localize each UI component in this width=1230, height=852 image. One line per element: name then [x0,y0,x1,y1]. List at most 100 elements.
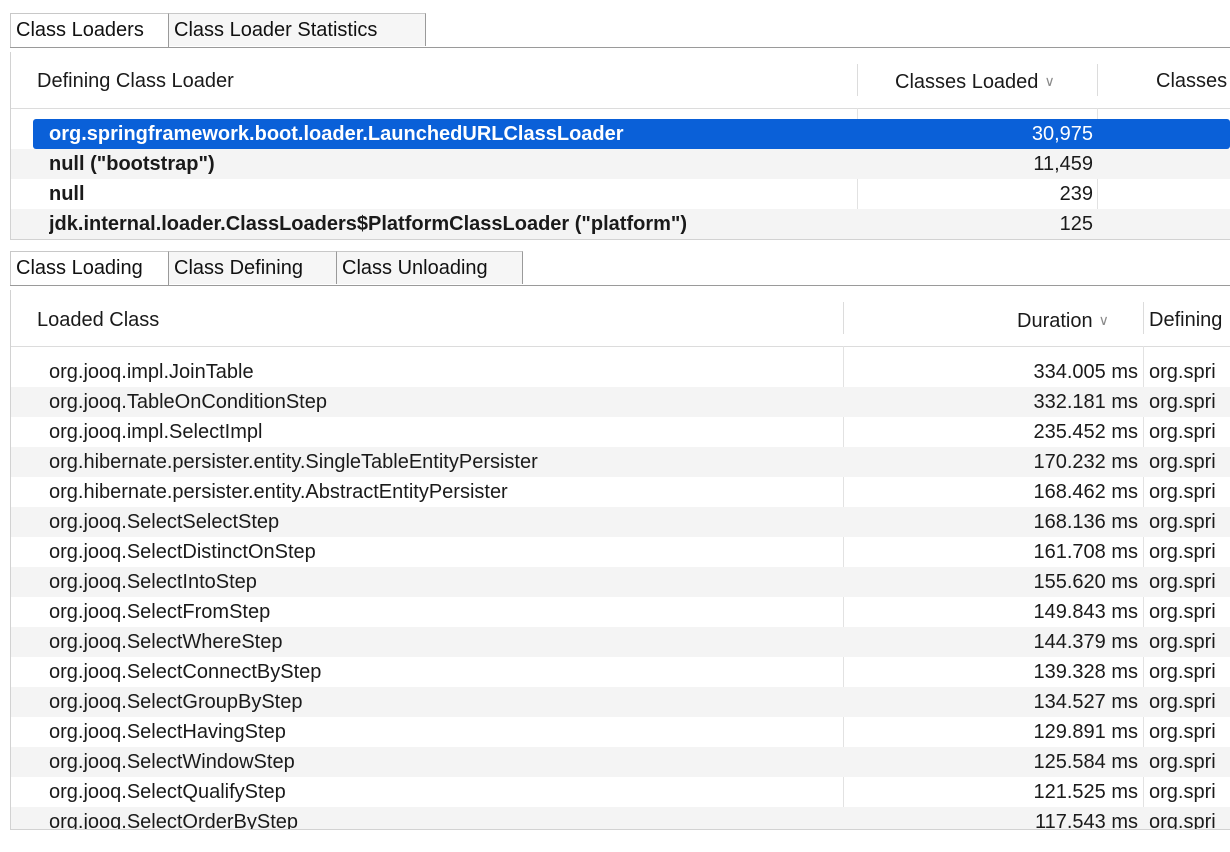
defining-loader-value: org.spri [1149,511,1216,533]
table-row[interactable]: org.jooq.impl.SelectImpl 235.452 ms org.sp… [11,417,1230,447]
loaded-class-name: org.hibernate.persister.entity.SingleTab… [49,451,538,473]
class-loader-name: jdk.internal.loader.ClassLoaders$Platfor… [49,213,688,235]
defining-loader-value: org.spri [1149,571,1216,593]
tab-class-defining[interactable]: Class Defining [169,251,337,284]
duration-value: 168.462 ms [1033,481,1138,503]
column-header-defining[interactable]: Defining [1149,290,1230,350]
table-row[interactable]: org.jooq.SelectGroupByStep 134.527 ms org.… [11,687,1230,717]
table-row[interactable]: org.jooq.SelectConnectByStep 139.328 ms or… [11,657,1230,687]
loaded-class-name: org.jooq.SelectOrderByStep [49,811,299,830]
column-divider[interactable] [857,64,858,96]
column-header-label: Classes Loaded [895,71,1039,93]
table-row[interactable]: org.jooq.SelectWindowStep 125.584 ms org.s… [11,747,1230,777]
column-header-loaded-class[interactable]: Loaded Class [37,290,159,350]
defining-loader-value: org.spri [1149,361,1216,383]
defining-loader-value: org.spri [1149,751,1216,773]
table-row[interactable]: org.jooq.SelectIntoStep 155.620 ms org.spr… [11,567,1230,597]
table-row[interactable]: null 239 [11,179,1230,209]
tab-class-loaders[interactable]: Class Loaders [10,13,169,47]
chevron-down-icon: ∨ [1098,312,1109,328]
table-row[interactable]: org.hibernate.persister.entity.AbstractE… [11,477,1230,507]
bottom-tab-bar: Class Loading Class Defining Class Unloa… [10,251,1230,286]
duration-value: 125.584 ms [1033,751,1138,773]
loaded-class-name: org.jooq.impl.JoinTable [49,361,254,383]
table-row[interactable]: org.jooq.impl.JoinTable 334.005 ms org.spr… [11,357,1230,387]
class-loader-name: null ("bootstrap") [49,153,215,175]
duration-value: 334.005 ms [1033,361,1138,383]
loaded-class-name: org.jooq.TableOnConditionStep [49,391,327,413]
tab-class-loader-statistics[interactable]: Class Loader Statistics [169,13,426,46]
class-loading-panel: Loaded Class Duration ∨ Defining org.jooq… [10,290,1230,830]
loaded-class-name: org.jooq.impl.SelectImpl [49,421,263,443]
column-header-label: Defining [1149,309,1223,331]
table-row[interactable]: org.jooq.SelectHavingStep 129.891 ms org.s… [11,717,1230,747]
column-header-classes-loaded[interactable]: Classes Loaded ∨ [895,52,1055,111]
table-row[interactable]: org.jooq.SelectSelectStep 168.136 ms org.s… [11,507,1230,537]
classes-loaded-count: 11,459 [1033,153,1093,175]
class-loading-header: Loaded Class Duration ∨ Defining [11,290,1230,347]
top-tab-bar: Class Loaders Class Loader Statistics [10,13,1230,48]
column-header-label: Loaded Class [37,309,160,331]
loaded-class-name: org.jooq.SelectHavingStep [49,721,286,743]
column-header-duration[interactable]: Duration ∨ [1017,290,1109,351]
defining-loader-value: org.spri [1149,781,1216,803]
loaded-class-name: org.jooq.SelectQualifyStep [49,781,286,803]
classes-loaded-count: 239 [1059,183,1093,205]
column-header-label: Duration [1017,310,1093,332]
classes-loaded-count: 30,975 [1031,123,1093,145]
defining-loader-value: org.spri [1149,451,1216,473]
duration-value: 117.543 ms [1034,811,1138,830]
class-loader-name: org.springframework.boot.loader.Launched… [49,123,624,145]
chevron-down-icon: ∨ [1044,73,1055,89]
duration-value: 332.181 ms [1033,391,1138,413]
table-row[interactable]: jdk.internal.loader.ClassLoaders$Platfor… [11,209,1230,239]
table-row[interactable]: org.jooq.SelectWhereStep 144.379 ms org.sp… [11,627,1230,657]
loaded-class-name: org.jooq.SelectGroupByStep [49,691,303,713]
loaded-class-name: org.jooq.SelectFromStep [49,601,271,623]
defining-loader-value: org.spri [1149,721,1216,743]
class-loaders-header: Defining Class Loader Classes Loaded ∨ Cl… [11,52,1230,109]
duration-value: 161.708 ms [1033,541,1138,563]
table-row[interactable]: null ("bootstrap") 11,459 [11,149,1230,179]
defining-loader-value: org.spri [1149,661,1216,683]
defining-loader-value: org.spri [1149,391,1216,413]
column-header-label: Defining Class Loader [37,70,234,92]
table-row[interactable]: org.jooq.SelectQualifyStep 121.525 ms org.… [11,777,1230,807]
table-row[interactable]: org.jooq.SelectOrderByStep 117.543 ms org.… [11,807,1230,830]
duration-value: 155.620 ms [1033,571,1138,593]
tab-class-unloading[interactable]: Class Unloading [337,251,523,284]
table-row[interactable]: org.jooq.SelectDistinctOnStep 161.708 ms o… [11,537,1230,567]
column-header-classes[interactable]: Classes [1156,52,1227,110]
class-loader-name: null [49,183,85,205]
duration-value: 168.136 ms [1033,511,1138,533]
loaded-class-name: org.jooq.SelectSelectStep [49,511,280,533]
defining-loader-value: org.spri [1149,421,1216,443]
class-loaders-panel: Defining Class Loader Classes Loaded ∨ Cl… [10,52,1230,240]
table-row[interactable]: org.springframework.boot.loader.Launched… [33,119,1230,149]
loaded-class-name: org.jooq.SelectConnectByStep [49,661,322,683]
loaded-class-name: org.jooq.SelectDistinctOnStep [49,541,316,563]
column-header-label: Classes [1156,70,1228,92]
loaded-class-name: org.hibernate.persister.entity.AbstractE… [49,481,508,503]
column-header-defining-class-loader[interactable]: Defining Class Loader [37,52,234,110]
duration-value: 170.232 ms [1033,451,1138,473]
loaded-class-name: org.jooq.SelectWindowStep [49,751,295,773]
defining-loader-value: org.spri [1149,691,1216,713]
duration-value: 134.527 ms [1033,691,1138,713]
defining-loader-value: org.spri [1149,481,1216,503]
defining-loader-value: org.spri [1149,541,1216,563]
loaded-class-name: org.jooq.SelectIntoStep [49,571,257,593]
column-divider[interactable] [1097,64,1098,96]
classes-loaded-count: 125 [1059,213,1093,235]
defining-loader-value: org.spri [1149,631,1216,653]
duration-value: 129.891 ms [1033,721,1138,743]
column-divider[interactable] [1143,302,1144,334]
table-row[interactable]: org.hibernate.persister.entity.SingleTab… [11,447,1230,477]
tab-class-loading[interactable]: Class Loading [10,251,169,285]
duration-value: 144.379 ms [1033,631,1138,653]
table-row[interactable]: org.jooq.SelectFromStep 149.843 ms org.spr… [11,597,1230,627]
duration-value: 235.452 ms [1033,421,1138,443]
defining-loader-value: org.spri [1149,601,1216,623]
column-divider[interactable] [843,302,844,334]
table-row[interactable]: org.jooq.TableOnConditionStep 332.181 ms o… [11,387,1230,417]
